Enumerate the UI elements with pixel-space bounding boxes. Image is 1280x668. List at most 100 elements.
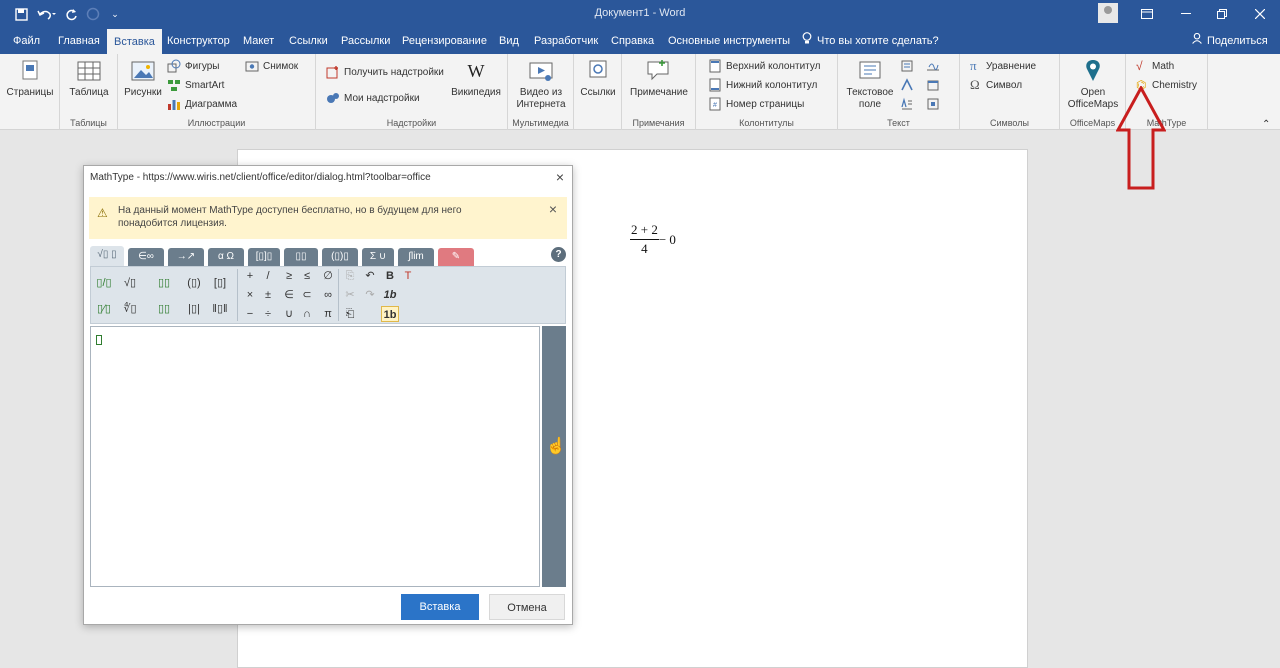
- bevelled-fraction-button[interactable]: ▯⁄▯: [95, 301, 113, 317]
- tab-scripts[interactable]: ▯▯: [284, 248, 318, 266]
- nth-root-button[interactable]: ∜▯: [121, 301, 139, 317]
- wordart-button[interactable]: [900, 77, 918, 93]
- superscript-button[interactable]: ▯▯: [155, 275, 173, 291]
- equation[interactable]: 2 + 2 4 − 0: [630, 222, 676, 257]
- links-button[interactable]: Ссылки: [577, 58, 619, 99]
- union-button[interactable]: ∪: [280, 306, 298, 322]
- cancel-button[interactable]: Отмена: [489, 594, 565, 620]
- tab-file[interactable]: Файл: [13, 28, 40, 54]
- tab-arrows[interactable]: →↗: [168, 248, 204, 266]
- cut-icon[interactable]: ✂: [341, 287, 359, 303]
- bold-button[interactable]: B: [381, 268, 399, 284]
- close-icon[interactable]: ×: [556, 169, 564, 185]
- italic-button[interactable]: 1b: [381, 287, 399, 303]
- insert-button[interactable]: Вставка: [401, 594, 479, 620]
- division-button[interactable]: ÷: [259, 306, 277, 322]
- redo-icon[interactable]: ↷: [361, 287, 379, 303]
- footer-button[interactable]: Нижний колонтитул: [708, 77, 817, 93]
- undo-icon[interactable]: ↶: [361, 268, 379, 284]
- tab-greek[interactable]: α Ω: [208, 248, 244, 266]
- plus-minus-button[interactable]: ±: [259, 287, 277, 303]
- minimize-icon[interactable]: [1168, 0, 1204, 28]
- text-style-button[interactable]: T: [399, 268, 417, 284]
- drop-cap-button[interactable]: [900, 96, 918, 112]
- ribbon-display-options-icon[interactable]: [1129, 0, 1165, 28]
- equation-button[interactable]: π Уравнение: [970, 58, 1036, 74]
- tab-handwriting[interactable]: ✎: [438, 248, 474, 266]
- minus-button[interactable]: −: [241, 306, 259, 322]
- tab-general[interactable]: √▯ ▯: [90, 246, 124, 266]
- quick-parts-button[interactable]: [900, 58, 918, 74]
- less-equal-button[interactable]: ≤: [298, 268, 316, 284]
- close-icon[interactable]: [1242, 0, 1278, 28]
- smartart-button[interactable]: SmartArt: [167, 77, 224, 93]
- equation-editor[interactable]: [90, 326, 540, 587]
- norm-button[interactable]: ‖▯‖: [211, 301, 229, 317]
- mathtype-math-button[interactable]: √ Math: [1136, 58, 1174, 74]
- copy-icon[interactable]: ⎘: [341, 268, 359, 284]
- get-addins-button[interactable]: Получить надстройки: [326, 64, 444, 80]
- greater-equal-button[interactable]: ≥: [280, 268, 298, 284]
- object-button[interactable]: [926, 96, 944, 112]
- page-number-button[interactable]: # Номер страницы: [708, 96, 804, 112]
- dismiss-warning-icon[interactable]: ×: [549, 201, 557, 217]
- tab-mailings[interactable]: Рассылки: [341, 28, 390, 54]
- empty-set-button[interactable]: ∅: [319, 268, 337, 284]
- signature-line-button[interactable]: [926, 58, 944, 74]
- pages-button[interactable]: Страницы: [5, 58, 55, 99]
- tab-help[interactable]: Справка: [611, 28, 654, 54]
- textbox-button[interactable]: Текстовое поле: [844, 58, 896, 111]
- tab-brackets[interactable]: (▯)▯: [322, 248, 358, 266]
- infinity-button[interactable]: ∞: [319, 287, 337, 303]
- tell-me-search[interactable]: Что вы хотите сделать?: [802, 28, 939, 54]
- avatar[interactable]: [1098, 3, 1118, 23]
- paste-icon[interactable]: ⎗: [341, 306, 359, 322]
- tab-references[interactable]: Ссылки: [289, 28, 328, 54]
- fraction-button[interactable]: ▯/▯: [95, 275, 113, 291]
- tab-home[interactable]: Главная: [58, 28, 100, 54]
- absolute-value-button[interactable]: |▯|: [185, 301, 203, 317]
- tab-calculus[interactable]: ∫lim: [398, 248, 434, 266]
- parentheses-button[interactable]: (▯): [185, 275, 203, 291]
- tab-layout[interactable]: Макет: [243, 28, 274, 54]
- tab-developer[interactable]: Разработчик: [534, 28, 598, 54]
- share-button[interactable]: Поделиться: [1192, 28, 1268, 54]
- brackets-button[interactable]: [▯]: [211, 275, 229, 291]
- roman-button[interactable]: 1b: [381, 306, 399, 322]
- online-video-button[interactable]: Видео из Интернета: [513, 58, 569, 111]
- symbol-button[interactable]: Ω Символ: [970, 77, 1022, 93]
- intersection-button[interactable]: ∩: [298, 306, 316, 322]
- tab-insert[interactable]: Вставка: [107, 29, 162, 54]
- omega-icon: Ω: [970, 77, 980, 92]
- restore-icon[interactable]: [1204, 0, 1240, 28]
- chart-button[interactable]: Диаграмма: [167, 96, 237, 112]
- wikipedia-button[interactable]: W Википедия: [448, 58, 504, 99]
- tab-view[interactable]: Вид: [499, 28, 519, 54]
- tab-review[interactable]: Рецензирование: [402, 28, 487, 54]
- shapes-button[interactable]: Фигуры: [167, 58, 219, 74]
- open-officemaps-button[interactable]: Open OfficeMaps: [1063, 58, 1123, 111]
- element-of-button[interactable]: ∈: [280, 287, 298, 303]
- tab-main-tools[interactable]: Основные инструменты: [668, 28, 790, 54]
- collapse-ribbon-icon[interactable]: ⌃: [1262, 116, 1270, 132]
- subscript-button[interactable]: ▯▯: [155, 301, 173, 317]
- tab-big-operators[interactable]: Σ ∪: [362, 248, 394, 266]
- my-addins-button[interactable]: Мои надстройки: [326, 90, 420, 106]
- pi-button[interactable]: π: [319, 306, 337, 322]
- table-button[interactable]: Таблица: [64, 58, 114, 99]
- times-button[interactable]: ×: [241, 287, 259, 303]
- header-button[interactable]: Верхний колонтитул: [708, 58, 821, 74]
- tab-design[interactable]: Конструктор: [167, 28, 230, 54]
- screenshot-button[interactable]: Снимок: [245, 58, 298, 74]
- pictures-button[interactable]: Рисунки: [122, 58, 164, 99]
- comment-button[interactable]: Примечание: [626, 58, 692, 99]
- plus-button[interactable]: +: [241, 268, 259, 284]
- handwriting-panel-toggle[interactable]: ☝: [542, 326, 566, 587]
- square-root-button[interactable]: √▯: [121, 275, 139, 291]
- subset-button[interactable]: ⊂: [298, 287, 316, 303]
- help-icon[interactable]: ?: [551, 247, 566, 262]
- tab-symbols[interactable]: ∈∞: [128, 248, 164, 266]
- tab-matrices[interactable]: [▯]▯: [248, 248, 280, 266]
- date-time-button[interactable]: [926, 77, 944, 93]
- divide-slash-button[interactable]: /: [259, 268, 277, 284]
